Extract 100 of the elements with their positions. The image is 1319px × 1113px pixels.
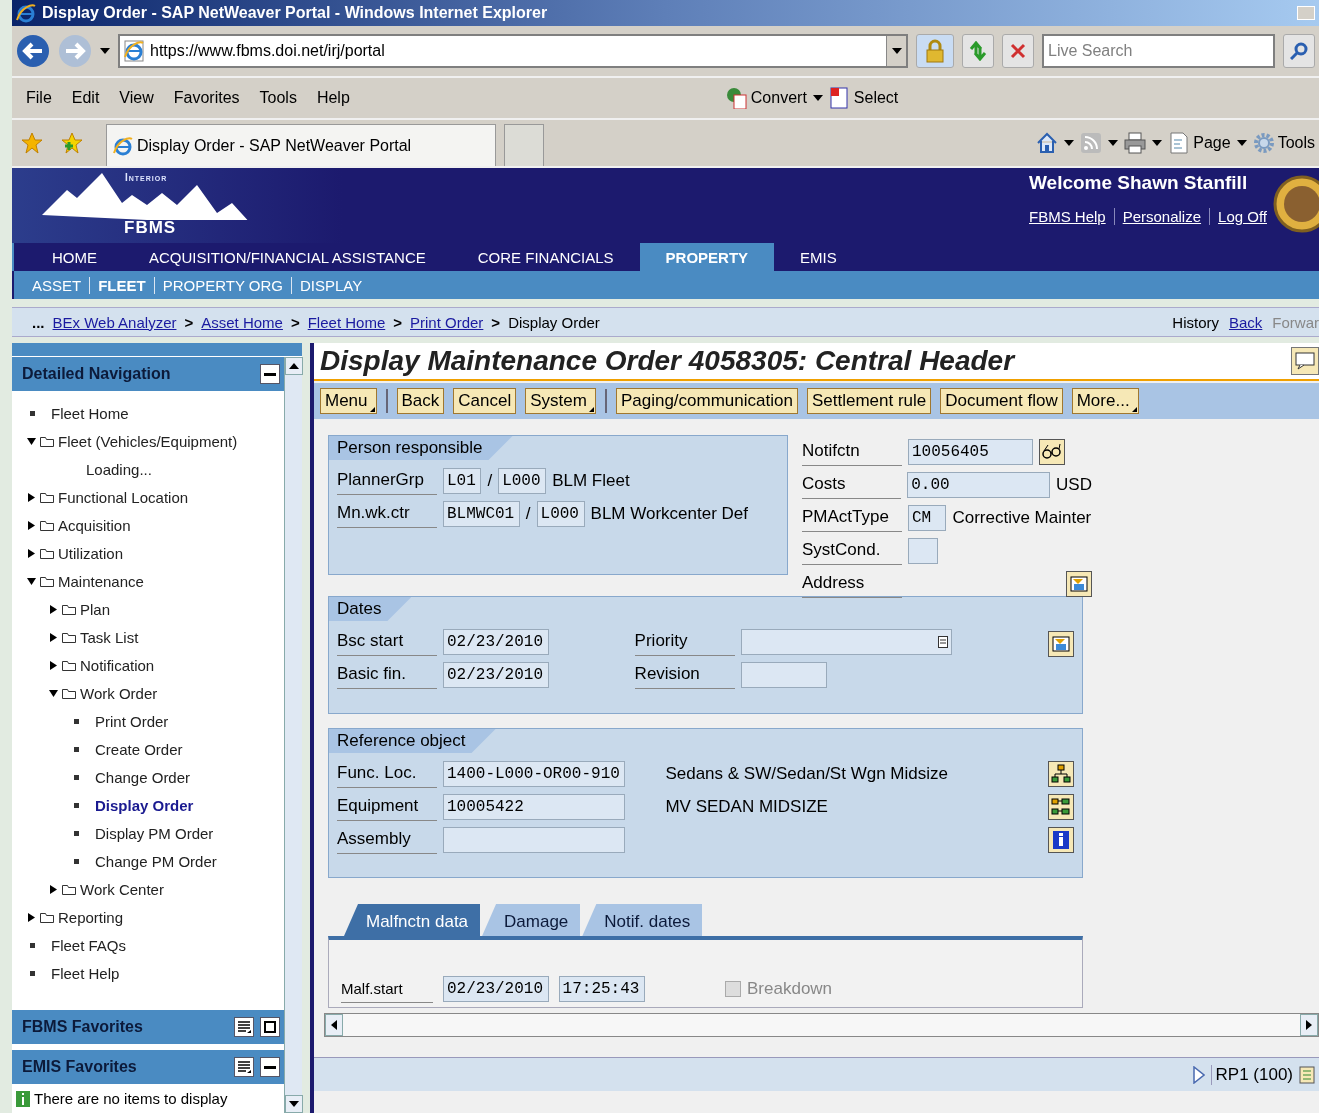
- nav-tab[interactable]: HOME: [26, 243, 123, 271]
- input-field[interactable]: BLMWC01: [443, 500, 520, 527]
- tab[interactable]: Notif. dates: [582, 904, 703, 936]
- horizontal-scrollbar[interactable]: [324, 1013, 1319, 1037]
- nav-folder[interactable]: Task List: [48, 623, 284, 651]
- nav-item[interactable]: Change Order: [70, 763, 284, 791]
- nav-folder[interactable]: Plan: [48, 595, 284, 623]
- input-field[interactable]: [908, 537, 938, 564]
- maximize-button[interactable]: [260, 1017, 280, 1037]
- stop-button[interactable]: [1002, 34, 1034, 68]
- subnav-link[interactable]: PROPERTY ORG: [153, 276, 283, 294]
- tools-menu-button[interactable]: Tools: [1252, 132, 1315, 154]
- nav-folder[interactable]: Functional Location: [26, 483, 284, 511]
- dropdown-button[interactable]: [886, 36, 906, 66]
- input-field[interactable]: 17:25:43: [558, 975, 645, 1002]
- back-button[interactable]: [16, 34, 50, 68]
- refresh-button[interactable]: [962, 34, 994, 68]
- nav-item[interactable]: Fleet Home: [26, 399, 284, 427]
- menu-item[interactable]: View: [109, 89, 164, 107]
- nav-tab[interactable]: CORE FINANCIALS: [451, 243, 640, 271]
- nav-item[interactable]: Fleet FAQs: [26, 931, 284, 959]
- convert-button[interactable]: Convert: [719, 87, 813, 109]
- menu-button[interactable]: More...: [1071, 388, 1139, 414]
- nav-item[interactable]: Create Order: [70, 735, 284, 763]
- input-field[interactable]: [443, 826, 626, 853]
- menu-button[interactable]: System: [525, 388, 596, 414]
- subnav-link[interactable]: ASSET: [32, 276, 82, 294]
- address-button[interactable]: [1048, 631, 1074, 657]
- back-link[interactable]: Back: [1228, 313, 1263, 331]
- page-menu-button[interactable]: Page: [1168, 132, 1231, 154]
- nav-item[interactable]: Fleet Help: [26, 959, 284, 987]
- menu-item[interactable]: File: [16, 89, 62, 107]
- menu-item[interactable]: Help: [306, 89, 360, 107]
- minimize-button[interactable]: [260, 364, 280, 384]
- select-button[interactable]: Select: [822, 87, 905, 109]
- tab[interactable]: Malfnctn data: [344, 904, 481, 936]
- display-button[interactable]: [1038, 438, 1065, 465]
- input-field[interactable]: 02/23/2010: [443, 975, 549, 1002]
- menu-item[interactable]: Tools: [249, 89, 307, 107]
- menu-item[interactable]: Favorites: [163, 89, 250, 107]
- header-link[interactable]: FBMS Help: [1029, 208, 1106, 225]
- nav-item[interactable]: Print Order: [70, 707, 284, 735]
- toolbar-button[interactable]: Settlement rule: [806, 388, 932, 414]
- input-field[interactable]: L000: [536, 500, 585, 527]
- breadcrumb-link[interactable]: Fleet Home: [307, 313, 386, 331]
- nav-folder[interactable]: Reporting: [26, 903, 284, 931]
- info-button[interactable]: [1048, 826, 1074, 853]
- breadcrumb-link[interactable]: Print Order: [410, 313, 484, 331]
- breadcrumb-link[interactable]: Asset Home: [201, 313, 283, 331]
- nav-folder[interactable]: Acquisition: [26, 511, 284, 539]
- structure-button[interactable]: [1048, 793, 1074, 820]
- nav-tab[interactable]: EMIS: [774, 243, 863, 271]
- search-button[interactable]: [1283, 34, 1315, 68]
- help-button[interactable]: [1291, 347, 1319, 375]
- vertical-scrollbar[interactable]: [284, 357, 302, 1113]
- browser-tab[interactable]: Display Order - SAP NetWeaver Portal: [106, 124, 496, 166]
- breadcrumb-link[interactable]: BEx Web Analyzer: [52, 313, 177, 331]
- menu-button[interactable]: Menu: [320, 388, 377, 414]
- nav-item[interactable]: Display Order: [70, 791, 284, 819]
- list-button[interactable]: [234, 1057, 254, 1077]
- input-field[interactable]: CM: [908, 504, 947, 531]
- input-field[interactable]: 02/23/2010: [443, 628, 549, 655]
- input-field[interactable]: 02/23/2010: [443, 661, 549, 688]
- nav-tab[interactable]: ACQUISITION/FINANCIAL ASSISTANCE: [123, 243, 452, 271]
- toolbar-button[interactable]: Document flow: [940, 388, 1063, 414]
- input-field[interactable]: [740, 661, 827, 688]
- subnav-link[interactable]: FLEET: [89, 276, 146, 294]
- nav-folder[interactable]: Work Order: [48, 679, 284, 707]
- nav-folder[interactable]: Utilization: [26, 539, 284, 567]
- nav-folder[interactable]: Fleet (Vehicles/Equipment): [26, 427, 284, 455]
- nav-item[interactable]: Change PM Order: [70, 847, 284, 875]
- nav-tab[interactable]: PROPERTY: [639, 243, 775, 271]
- list-button[interactable]: [234, 1017, 254, 1037]
- history-menu[interactable]: History: [1172, 313, 1219, 331]
- subnav-link[interactable]: DISPLAY: [291, 276, 363, 294]
- nav-item[interactable]: Display PM Order: [70, 819, 284, 847]
- input-field[interactable]: 1400-L000-OR00-910: [443, 760, 626, 787]
- input-field[interactable]: 0.00: [907, 471, 1051, 498]
- header-link[interactable]: Personalize: [1113, 208, 1202, 225]
- minimize-button[interactable]: [260, 1057, 280, 1077]
- address-field[interactable]: https://www.fbms.doi.net/irj/portal: [118, 34, 908, 68]
- input-field[interactable]: 10005422: [443, 793, 626, 820]
- search-field[interactable]: Live Search: [1042, 34, 1275, 68]
- address-button[interactable]: [1066, 570, 1092, 597]
- hierarchy-button[interactable]: [1048, 760, 1074, 787]
- nav-folder[interactable]: Notification: [48, 651, 284, 679]
- menu-item[interactable]: Edit: [61, 89, 110, 107]
- input-field[interactable]: L01: [443, 467, 482, 494]
- print-button[interactable]: [1124, 132, 1147, 154]
- panel-resize-bar[interactable]: [12, 343, 302, 357]
- input-field[interactable]: L000: [498, 467, 547, 494]
- nav-folder[interactable]: Work Center: [48, 875, 284, 903]
- lock-button[interactable]: [916, 34, 954, 68]
- header-link[interactable]: Log Off: [1209, 208, 1267, 225]
- tab[interactable]: Damage: [482, 904, 581, 936]
- toolbar-button[interactable]: Cancel: [453, 388, 517, 414]
- dropdown-field[interactable]: [740, 628, 952, 655]
- nav-folder[interactable]: Maintenance: [26, 567, 284, 595]
- toolbar-button[interactable]: Back: [396, 388, 445, 414]
- input-field[interactable]: 10056405: [908, 438, 1033, 465]
